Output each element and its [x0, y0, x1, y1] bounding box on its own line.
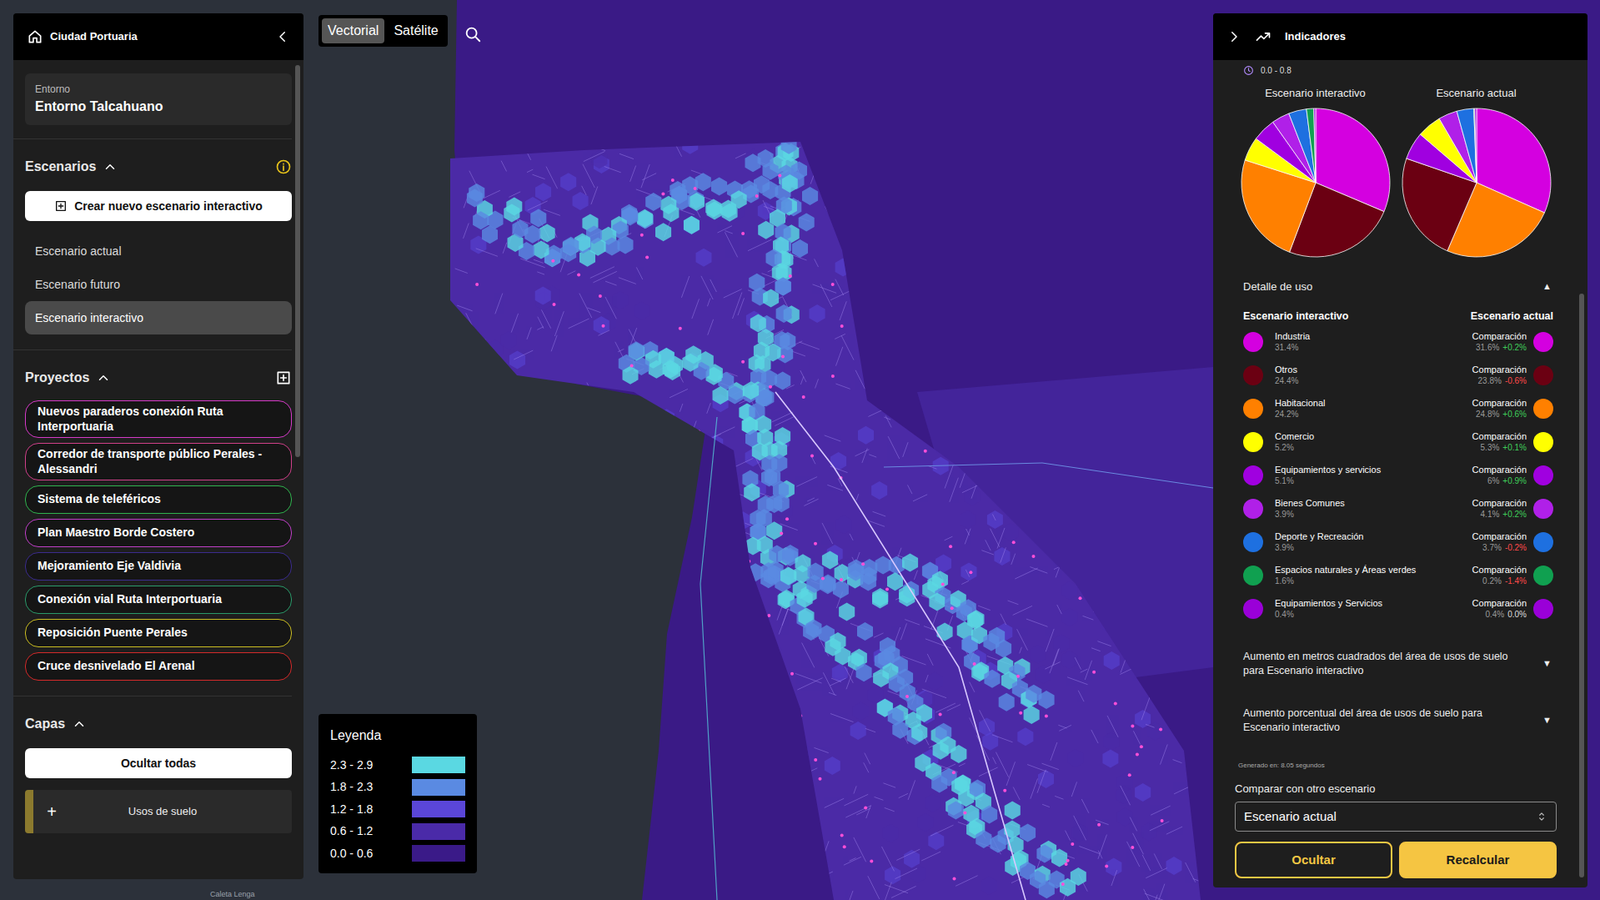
pie-charts: Escenario interactivoEscenario actual [1234, 85, 1557, 259]
scenario-list: Escenario actualEscenario futuroEscenari… [25, 234, 292, 335]
select-arrows-icon [1535, 810, 1548, 823]
land-use-row: Espacios naturales y Áreas verdes1.6%Com… [1234, 558, 1557, 592]
land-use-dot [1533, 331, 1554, 352]
land-use-dot [1533, 531, 1554, 552]
create-scenario-button[interactable]: Crear nuevo escenario interactivo [25, 190, 292, 221]
project-item[interactable]: Corredor de transporte público Perales -… [25, 442, 292, 481]
land-use-dot [1243, 498, 1264, 519]
map-label: Caleta Lenga [210, 888, 256, 900]
legend-row: 0.6 - 1.2 [330, 820, 466, 843]
scenario-item[interactable]: Escenario actual [25, 234, 292, 268]
land-use-dot [1243, 598, 1264, 619]
project-item[interactable]: Sistema de teleféricos [25, 485, 292, 514]
pie-chart [1400, 106, 1553, 259]
trend-icon [1254, 28, 1272, 46]
pie-slice [1456, 108, 1477, 183]
legend: Leyenda2.3 - 2.91.8 - 2.31.2 - 1.80.6 - … [318, 713, 477, 873]
expand-icon[interactable] [1226, 29, 1242, 45]
home-icon[interactable] [26, 28, 44, 46]
land-use-row: Equipamientos y servicios5.1%Comparación… [1234, 458, 1557, 492]
layer-color [25, 789, 34, 833]
hide-all-button[interactable]: Ocultar todas [25, 747, 292, 778]
land-use-row: Deporte y Recreación3.9%Comparación3.7%-… [1234, 525, 1557, 559]
indicators-header: Indicadores [1213, 13, 1588, 61]
pie-slice [1473, 108, 1476, 183]
legend-swatch [411, 756, 466, 773]
plus-square-icon [54, 199, 68, 213]
layer-item[interactable]: +Usos de suelo [25, 789, 292, 833]
collapsible-section[interactable]: Aumento porcentual del área de usos de s… [1234, 702, 1557, 739]
scenario-item[interactable]: Escenario interactivo [25, 300, 292, 335]
legend-swatch [411, 844, 466, 862]
land-use-dot [1533, 431, 1554, 452]
land-use-row: Otros24.4%Comparación23.8%-0.6% [1234, 358, 1557, 392]
search-icon[interactable] [463, 25, 482, 44]
project-item[interactable]: Plan Maestro Borde Costero [25, 518, 292, 547]
land-use-dot [1533, 565, 1554, 586]
project-item[interactable]: Mejoramiento Eje Valdivia [25, 551, 292, 581]
environment-field[interactable]: EntornoEntorno Talcahuano [25, 73, 292, 126]
project-list: Nuevos paraderos conexión Ruta Interport… [25, 400, 292, 681]
land-use-dot [1533, 465, 1554, 486]
indicators-panel: Indicadores0.0 - 0.8Escenario interactiv… [1213, 13, 1588, 888]
scrollbar[interactable] [1579, 293, 1585, 878]
pie-chart [1239, 106, 1392, 259]
map-mode-tab[interactable]: Vectorial [321, 18, 385, 44]
chevron-up-icon[interactable] [71, 716, 87, 732]
legend-swatch [411, 822, 466, 840]
info-icon[interactable] [275, 158, 292, 176]
scenario-item[interactable]: Escenario futuro [25, 267, 292, 301]
land-use-dot [1243, 398, 1264, 419]
land-use-dot [1243, 465, 1264, 486]
legend-row: 1.8 - 2.3 [330, 776, 466, 799]
land-use-dot [1243, 365, 1264, 386]
land-use-row: Comercio5.2%Comparación5.3%+0.1% [1234, 425, 1557, 459]
map-mode-toggle: VectorialSatélite [318, 15, 448, 47]
pie-slice [1474, 108, 1476, 183]
project-item[interactable]: Reposición Puente Perales [25, 618, 292, 648]
pie-slice [1288, 108, 1315, 182]
add-project-icon[interactable] [275, 369, 292, 387]
scrollbar[interactable] [295, 65, 301, 457]
land-use-dot [1243, 531, 1264, 552]
hide-button[interactable]: Ocultar [1234, 841, 1393, 878]
project-item[interactable]: Conexión vial Ruta Interportuaria [25, 585, 292, 614]
detail-toggle[interactable]: Detalle de uso▲ [1234, 278, 1557, 296]
land-use-dot [1243, 431, 1264, 452]
sidebar: Ciudad Portuaria EntornoEntorno Talcahuan… [13, 13, 304, 879]
legend-swatch [411, 800, 466, 818]
land-use-dot [1243, 565, 1264, 586]
land-use-dot [1533, 365, 1554, 386]
project-item[interactable]: Nuevos paraderos conexión Ruta Interport… [25, 400, 292, 438]
collapse-icon[interactable] [275, 29, 291, 45]
land-use-row: Industria31.4%Comparación31.6%+0.2% [1234, 325, 1557, 359]
sidebar-header: Ciudad Portuaria [13, 13, 304, 61]
legend-row: 2.3 - 2.9 [330, 753, 466, 777]
pie-slice [1305, 108, 1315, 183]
land-use-row: Bienes Comunes3.9%Comparación4.1%+0.2% [1234, 491, 1557, 526]
legend-swatch [411, 778, 466, 796]
legend-row: 1.2 - 1.8 [330, 797, 466, 821]
land-use-row: Equipamientos y Servicios0.4%Comparación… [1234, 591, 1557, 626]
land-use-row: Habitacional24.2%Comparación24.8%+0.6% [1234, 391, 1557, 426]
chevron-up-icon[interactable] [102, 159, 118, 175]
project-item[interactable]: Cruce desnivelado El Arenal [25, 652, 292, 681]
layer-list: +Usos de suelo [25, 789, 292, 833]
pie-slice [1313, 108, 1315, 183]
land-use-dot [1243, 331, 1264, 352]
collapsible-section[interactable]: Aumento en metros cuadrados del área de … [1234, 645, 1557, 683]
land-use-dot [1533, 598, 1554, 619]
land-use-dot [1533, 498, 1554, 519]
chevron-up-icon[interactable] [95, 370, 111, 386]
compare-select[interactable]: Escenario actual [1234, 801, 1557, 832]
recalculate-button[interactable]: Recalcular [1399, 841, 1557, 878]
map-mode-tab[interactable]: Satélite [387, 18, 444, 44]
land-use-dot [1533, 398, 1554, 419]
clock-icon [1243, 65, 1254, 76]
legend-row: 0.0 - 0.6 [330, 842, 466, 865]
add-layer-icon[interactable]: + [33, 798, 71, 824]
